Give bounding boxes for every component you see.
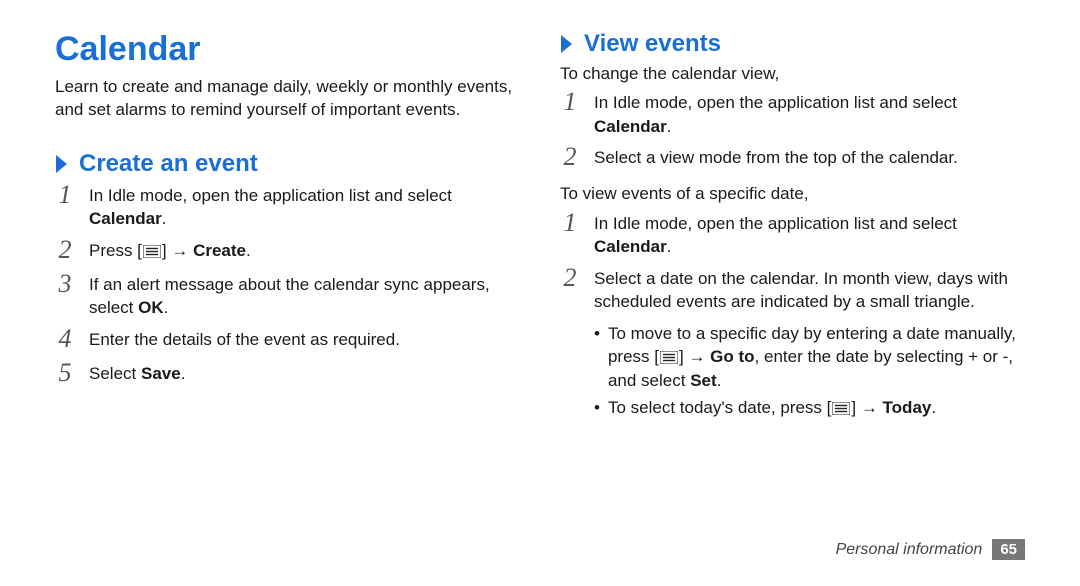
step-number: 1	[560, 210, 580, 236]
step: 2 Select a view mode from the top of the…	[560, 146, 1025, 172]
intro-paragraph: Learn to create and manage daily, weekly…	[55, 75, 520, 122]
bullet-text: To select today's date, press [] → Today…	[608, 396, 936, 419]
section-view-events-label: View events	[584, 30, 721, 58]
step: 1 In Idle mode, open the application lis…	[560, 91, 1025, 138]
step-number: 1	[560, 89, 580, 115]
step-number: 2	[560, 144, 580, 170]
step-text: In Idle mode, open the application list …	[89, 184, 520, 231]
step: 4 Enter the details of the event as requ…	[55, 328, 520, 354]
footer-label: Personal information	[836, 541, 983, 559]
view-intro-a: To change the calendar view,	[560, 62, 1025, 85]
section-create-event: Create an event	[55, 150, 520, 178]
step: 3 If an alert message about the calendar…	[55, 273, 520, 320]
step: 2 Press [] → Create.	[55, 239, 520, 265]
bullet-dot-icon: •	[594, 322, 600, 392]
view-intro-b: To view events of a specific date,	[560, 182, 1025, 205]
menu-icon	[660, 351, 678, 364]
create-steps: 1 In Idle mode, open the application lis…	[55, 184, 520, 388]
menu-icon	[832, 402, 850, 415]
chevron-right-icon	[55, 154, 69, 174]
left-column: Calendar Learn to create and manage dail…	[55, 30, 520, 423]
page-title: Calendar	[55, 30, 520, 69]
bullet: • To select today's date, press [] → Tod…	[594, 396, 1025, 419]
step-text: In Idle mode, open the application list …	[594, 91, 1025, 138]
step-text: Press [] → Create.	[89, 239, 520, 262]
view-steps-a: 1 In Idle mode, open the application lis…	[560, 91, 1025, 172]
bullet-text: To move to a specific day by entering a …	[608, 322, 1025, 392]
section-create-event-label: Create an event	[79, 150, 258, 178]
footer: Personal information 65	[836, 539, 1025, 560]
bullet-dot-icon: •	[594, 396, 600, 419]
page-number: 65	[992, 539, 1025, 560]
columns: Calendar Learn to create and manage dail…	[0, 0, 1080, 423]
view-steps-b: 1 In Idle mode, open the application lis…	[560, 212, 1025, 314]
step: 1 In Idle mode, open the application lis…	[55, 184, 520, 231]
step-number: 2	[560, 265, 580, 291]
step-number: 1	[55, 182, 75, 208]
step-number: 4	[55, 326, 75, 352]
menu-icon	[143, 245, 161, 258]
bullet: • To move to a specific day by entering …	[594, 322, 1025, 392]
section-view-events: View events	[560, 30, 1025, 58]
step-text: Enter the details of the event as requir…	[89, 328, 520, 351]
step-number: 5	[55, 360, 75, 386]
step-text: Select Save.	[89, 362, 520, 385]
step-number: 2	[55, 237, 75, 263]
step-text: Select a date on the calendar. In month …	[594, 267, 1025, 314]
chevron-right-icon	[560, 34, 574, 54]
right-column: View events To change the calendar view,…	[560, 30, 1025, 423]
step: 1 In Idle mode, open the application lis…	[560, 212, 1025, 259]
step-text: Select a view mode from the top of the c…	[594, 146, 1025, 169]
step-text: In Idle mode, open the application list …	[594, 212, 1025, 259]
step: 2 Select a date on the calendar. In mont…	[560, 267, 1025, 314]
step-text: If an alert message about the calendar s…	[89, 273, 520, 320]
step-number: 3	[55, 271, 75, 297]
bullets: • To move to a specific day by entering …	[594, 322, 1025, 420]
step: 5 Select Save.	[55, 362, 520, 388]
page: Calendar Learn to create and manage dail…	[0, 0, 1080, 586]
